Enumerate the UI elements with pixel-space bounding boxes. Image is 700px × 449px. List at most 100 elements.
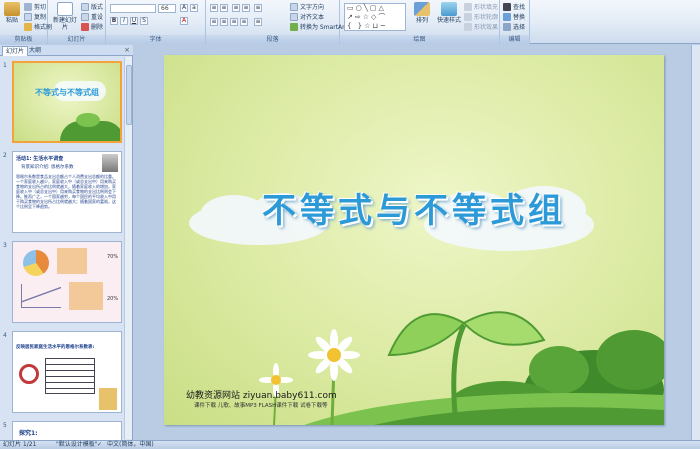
align-text-icon xyxy=(290,12,298,21)
font-size-combo[interactable]: 66 xyxy=(158,4,176,13)
slide-thumbnail-3[interactable]: 70% 20% xyxy=(12,241,122,323)
smartart-icon xyxy=(290,22,298,31)
slide-number: 5 xyxy=(3,422,7,429)
thumb-heading: 活动1: 生活水平调查 xyxy=(16,156,64,162)
slide-number: 3 xyxy=(3,242,7,249)
slide-thumbnail-2[interactable]: 活动1: 生活水平调查 背景知识介绍: 恩格尔系数 恩格尔系数是食品支出总额占个… xyxy=(12,151,122,233)
slide-number: 4 xyxy=(3,332,7,339)
grow-font-button[interactable]: A xyxy=(180,4,188,12)
thumb-photo xyxy=(102,154,118,172)
layout-button[interactable]: 版式 xyxy=(81,2,103,11)
arrange-icon xyxy=(414,2,430,16)
italic-button[interactable]: I xyxy=(120,17,128,25)
slide-thumbnail-5[interactable]: 探究1: xyxy=(12,421,122,440)
justify-button[interactable]: ≡ xyxy=(240,18,248,26)
thumb-logo-icon xyxy=(19,364,39,384)
reset-icon xyxy=(81,12,89,21)
binoculars-icon xyxy=(503,2,511,11)
thumb-title: 不等式与不等式组 xyxy=(35,87,99,97)
quick-styles-icon xyxy=(441,2,457,16)
thumb-image xyxy=(57,248,87,274)
big-leaf xyxy=(387,313,466,357)
bold-button[interactable]: B xyxy=(110,17,118,25)
decrease-indent-button[interactable]: ≡ xyxy=(232,4,240,12)
close-pane-icon[interactable]: × xyxy=(124,46,130,54)
thumb-line-chart xyxy=(21,284,61,308)
font-color-button[interactable]: A xyxy=(180,17,188,25)
delete-icon xyxy=(81,22,89,31)
thumb-table xyxy=(45,358,95,394)
replace-button[interactable]: 替换 xyxy=(503,12,525,21)
delete-slide-button[interactable]: 删除 xyxy=(81,22,103,31)
align-text-button[interactable]: 对齐文本 xyxy=(290,12,324,21)
shape-outline-button[interactable]: 形状轮廓 xyxy=(464,12,498,21)
thumb-leaf xyxy=(76,113,100,127)
pane-tabs: 幻灯片 大纲 × xyxy=(0,45,133,56)
slide-thumbnail-1[interactable]: 不等式与不等式组 xyxy=(12,61,122,143)
thumb-pct-high: 70% xyxy=(107,254,119,260)
shapes-gallery[interactable]: ▭○╲▢△ ↗⇨☆◇⌒{ }☆⊔~ xyxy=(344,3,406,31)
strikethrough-button[interactable]: S xyxy=(140,17,148,25)
slide-number: 1 xyxy=(3,62,7,69)
footer-site-name: 幼教资源网站 ziyuan.baby611.com xyxy=(186,391,337,401)
slides-group-label: 幻灯片 xyxy=(48,35,105,44)
editing-group-label: 编辑 xyxy=(500,35,529,44)
clipboard-group: 粘贴 剪切 复制 格式刷 剪贴板 xyxy=(0,0,52,44)
shape-fill-button[interactable]: 形状填充 xyxy=(464,2,498,11)
replace-icon xyxy=(503,12,511,21)
paint-bucket-icon xyxy=(464,2,472,11)
shrink-font-button[interactable]: a xyxy=(190,4,198,12)
quick-styles-button[interactable]: 快速样式 xyxy=(436,2,462,24)
find-button[interactable]: 查找 xyxy=(503,2,525,11)
pen-icon xyxy=(464,12,472,21)
underline-button[interactable]: U xyxy=(130,17,138,25)
slide-counter: 幻灯片 1/21 xyxy=(3,441,37,448)
increase-indent-button[interactable]: ≡ xyxy=(242,4,250,12)
numbering-button[interactable]: ≡ xyxy=(220,4,228,12)
font-group: 66 A a B I U S A 字体 xyxy=(106,0,206,44)
editing-group: 查找 替换 选择 编辑 xyxy=(500,0,530,44)
editor-scrollbar[interactable] xyxy=(691,45,700,440)
new-slide-button[interactable]: 新建幻灯片 xyxy=(52,2,78,31)
slide-thumbnail-4[interactable]: 反映居民家庭生活水平的恩格尔系数表: xyxy=(12,331,122,413)
paste-icon xyxy=(4,2,20,16)
theme-name: "默认设计模板" xyxy=(56,441,98,448)
font-name-combo[interactable] xyxy=(110,4,156,13)
status-bar: 幻灯片 1/21 "默认设计模板" ✓ 中文(简体，中国) xyxy=(0,440,700,449)
select-button[interactable]: 选择 xyxy=(503,22,525,31)
thumb-body: 恩格尔系数是食品支出总额占个人消费支出总额的比重。一个家庭收入越少，家庭收入中（… xyxy=(16,174,116,209)
slides-group: 新建幻灯片 版式 重设 删除 幻灯片 xyxy=(48,0,106,44)
shape-effects-button[interactable]: 形状效果 xyxy=(464,22,498,31)
align-right-button[interactable]: ≡ xyxy=(230,18,238,26)
align-left-button[interactable]: ≡ xyxy=(210,18,218,26)
paragraph-group-label: 段落 xyxy=(206,35,339,44)
slide-title[interactable]: 不等式与不等式组 xyxy=(164,183,664,232)
ribbon: 粘贴 剪切 复制 格式刷 剪贴板 新建幻灯片 版式 重设 删除 幻灯片 66 A… xyxy=(0,0,700,44)
columns-button[interactable]: ≡ xyxy=(254,18,262,26)
scissors-icon xyxy=(24,2,32,11)
scrollbar-thumb[interactable] xyxy=(126,65,132,125)
arrange-button[interactable]: 排列 xyxy=(410,2,434,24)
paste-button[interactable]: 粘贴 xyxy=(1,2,23,24)
daisy-large xyxy=(308,329,360,425)
footer-links: 课件下载 儿歌、故事MP3 FLASH课件下载 试卷下载等 xyxy=(194,403,328,409)
tab-slides[interactable]: 幻灯片 xyxy=(2,46,29,56)
convert-smartart-button[interactable]: 转换为 SmartArt xyxy=(290,22,347,31)
align-center-button[interactable]: ≡ xyxy=(220,18,228,26)
line-spacing-button[interactable]: ≡ xyxy=(254,4,262,12)
thumb-heading: 反映居民家庭生活水平的恩格尔系数表: xyxy=(16,345,95,350)
spellcheck-icon[interactable]: ✓ xyxy=(97,441,102,449)
bullets-button[interactable]: ≡ xyxy=(210,4,218,12)
copy-button[interactable]: 复制 xyxy=(24,12,46,21)
cut-button[interactable]: 剪切 xyxy=(24,2,46,11)
thumb-image xyxy=(69,282,103,310)
thumbnails-scrollbar[interactable] xyxy=(124,57,132,439)
brush-icon xyxy=(24,22,32,31)
tab-outline[interactable]: 大纲 xyxy=(26,46,44,56)
layout-icon xyxy=(81,2,89,11)
current-slide[interactable]: 不等式与不等式组 幼教资源网站 ziyuan.baby611.com 课件下载 … xyxy=(164,55,664,425)
reset-button[interactable]: 重设 xyxy=(81,12,103,21)
slide-background-art xyxy=(189,186,664,425)
text-direction-button[interactable]: 文字方向 xyxy=(290,2,324,11)
language-indicator: 中文(简体，中国) xyxy=(107,441,154,448)
